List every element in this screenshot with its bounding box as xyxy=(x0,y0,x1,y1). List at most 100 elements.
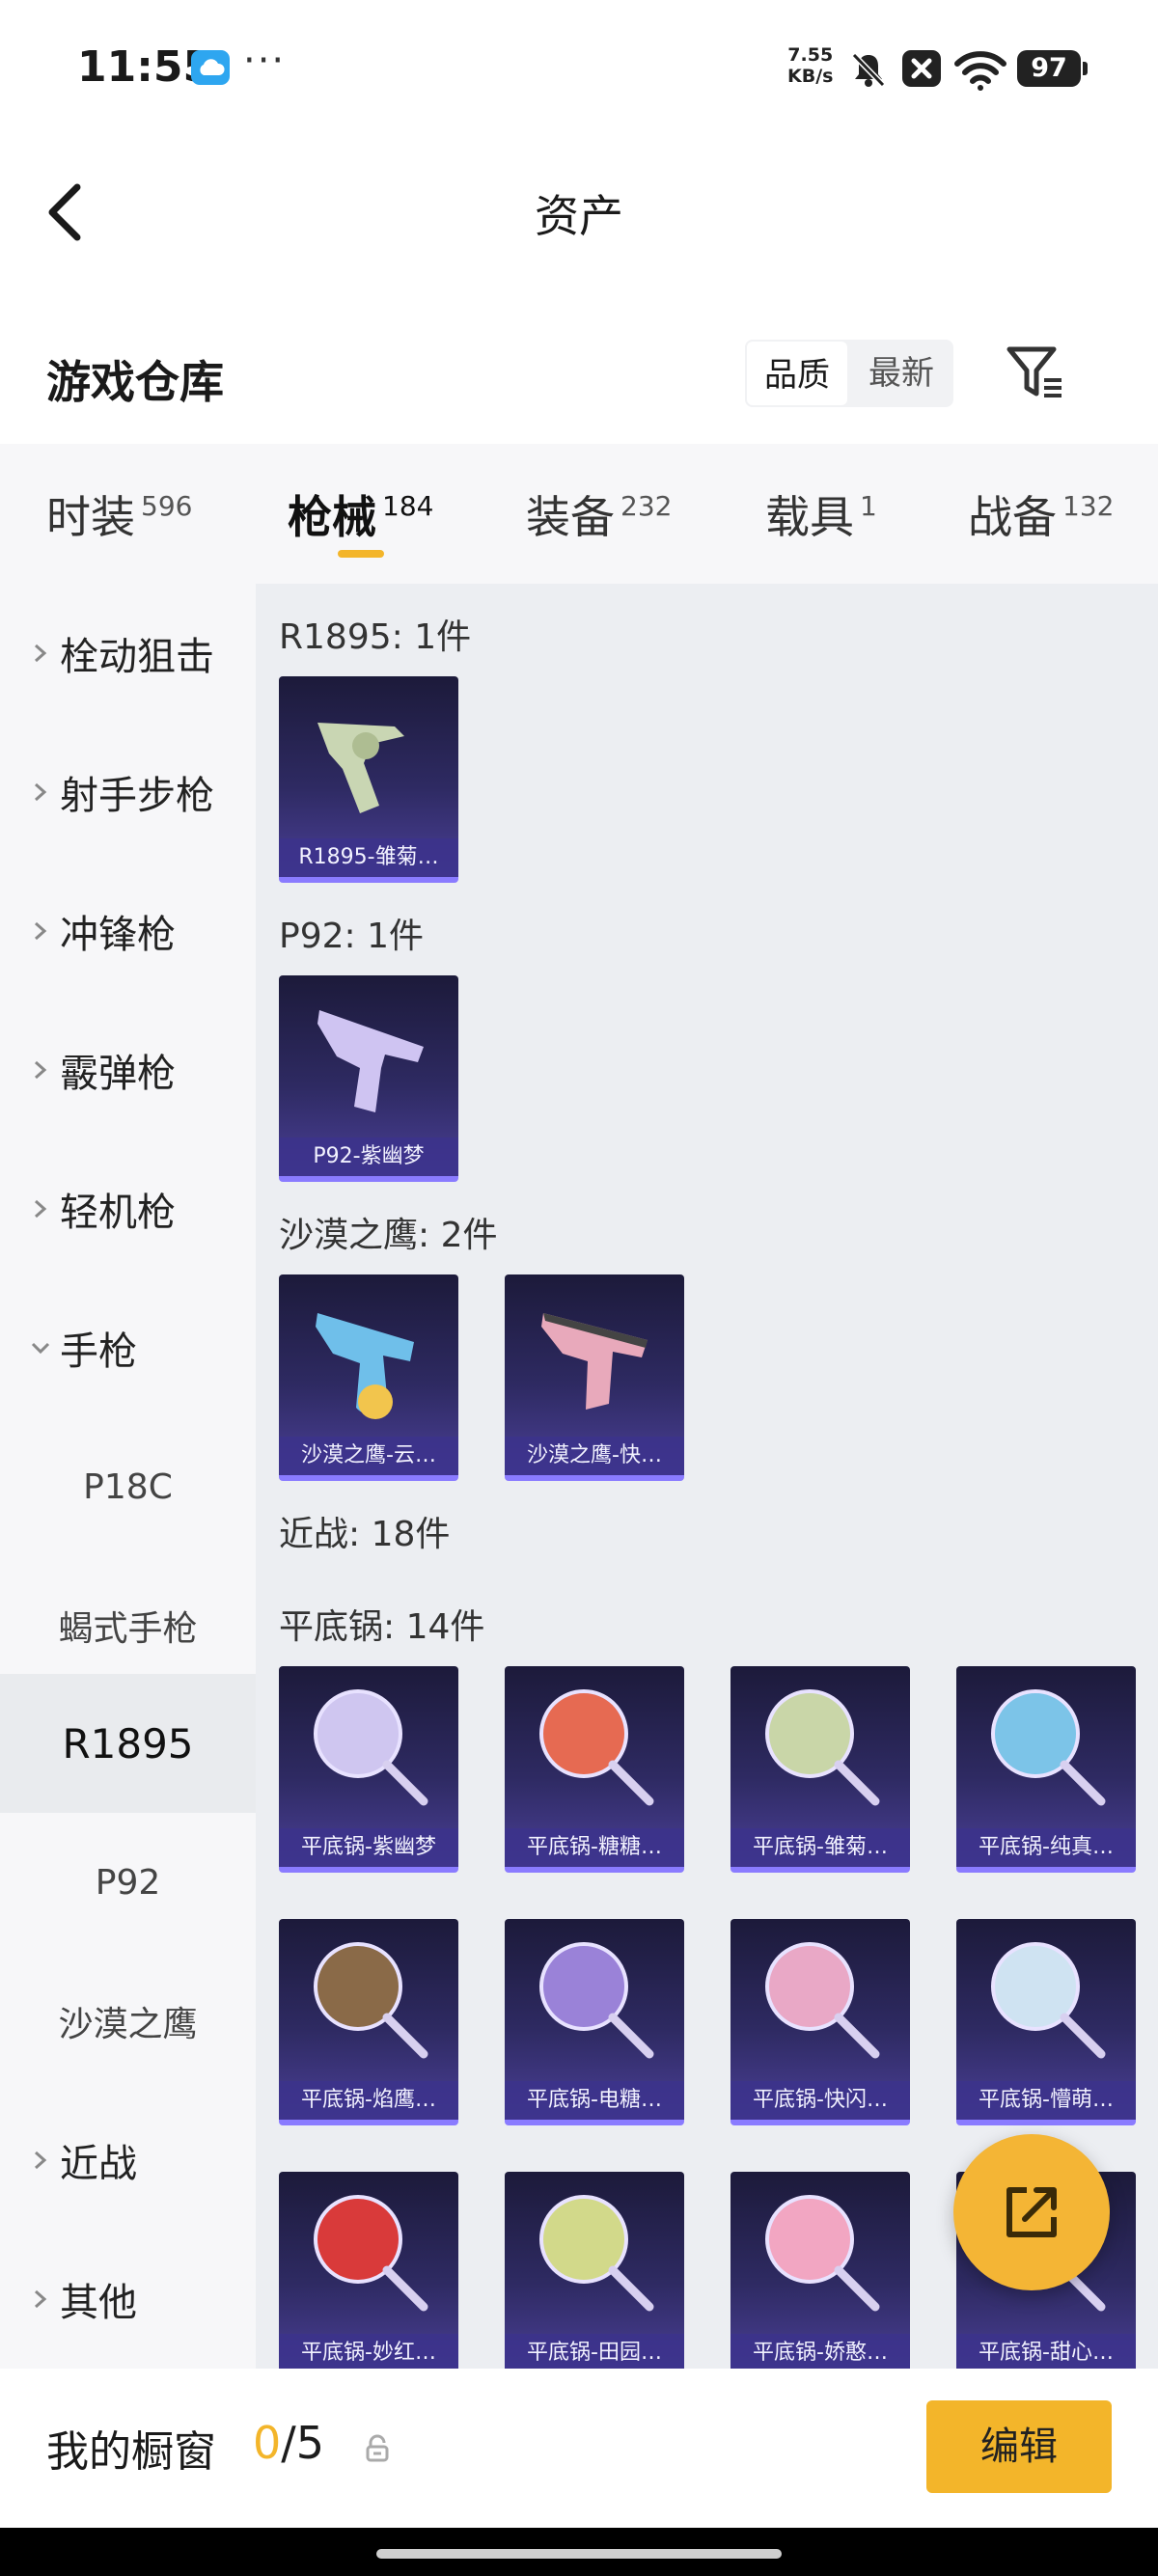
sidebar-item-smg[interactable]: 冲锋枪 xyxy=(0,862,256,1000)
edit-button[interactable]: 编辑 xyxy=(926,2400,1112,2493)
item-card[interactable]: 沙漠之鹰-云… xyxy=(279,1274,458,1481)
group-label-pan: 平底锅: 14件 xyxy=(279,1607,485,1647)
group-label-desert-eagle: 沙漠之鹰: 2件 xyxy=(279,1216,498,1255)
tab-vehicles[interactable]: 载具 1 xyxy=(765,482,877,546)
pistol-icon xyxy=(316,1313,414,1419)
tab-count: 232 xyxy=(620,490,673,522)
tab-count: 596 xyxy=(141,490,193,522)
chevron-right-icon xyxy=(35,1060,47,1080)
sort-quality-button[interactable]: 品质 xyxy=(745,340,849,407)
filter-icon xyxy=(1006,346,1062,397)
item-card[interactable]: 平底锅-田园… xyxy=(505,2172,684,2369)
sidebar-item-other[interactable]: 其他 xyxy=(0,2230,256,2369)
item-name: 平底锅-紫幽梦 xyxy=(279,1828,458,1867)
sidebar-item-label: 沙漠之鹰 xyxy=(58,2005,198,2044)
section-title: 游戏仓库 xyxy=(46,356,224,408)
sidebar-item-label: 射手步枪 xyxy=(60,774,214,818)
share-button[interactable] xyxy=(953,2134,1110,2290)
battery-icon: 97 xyxy=(1017,50,1088,87)
frying-pan-icon xyxy=(314,1942,428,2059)
item-name: 平底锅-雏菊… xyxy=(731,1828,910,1867)
item-card[interactable]: 平底锅-紫幽梦 xyxy=(279,1666,458,1873)
item-card[interactable]: 平底锅-快闪… xyxy=(731,1919,910,2125)
tab-supplies[interactable]: 战备 132 xyxy=(968,482,1114,546)
chevron-right-icon xyxy=(35,2151,47,2170)
sidebar-item-label: 手枪 xyxy=(60,1329,137,1374)
item-card[interactable]: 平底锅-雏菊… xyxy=(731,1666,910,1873)
frying-pan-icon xyxy=(539,1689,654,1806)
tab-label: 装备 xyxy=(526,491,615,543)
item-name: 平底锅-纯真… xyxy=(956,1828,1136,1867)
item-card[interactable]: 平底锅-懵萌… xyxy=(956,1919,1136,2125)
sidebar-item-bolt-sniper[interactable]: 栓动狙击 xyxy=(0,584,256,723)
home-indicator[interactable] xyxy=(376,2549,782,2559)
chevron-right-icon xyxy=(35,1199,47,1219)
sort-newest-button[interactable]: 最新 xyxy=(849,340,953,407)
net-speed: 7.55 KB/s xyxy=(787,44,833,87)
close-box-icon xyxy=(902,50,941,87)
sidebar-item-melee[interactable]: 近战 xyxy=(0,2091,256,2230)
frying-pan-icon xyxy=(765,1689,880,1806)
item-card[interactable]: 平底锅-纯真… xyxy=(956,1666,1136,1873)
item-card[interactable]: 平底锅-焰鹰… xyxy=(279,1919,458,2125)
frying-pan-icon xyxy=(314,1689,428,1806)
tab-label: 枪械 xyxy=(288,491,376,543)
sidebar-item-label: 近战 xyxy=(60,2142,137,2186)
group-label-melee: 近战: 18件 xyxy=(279,1515,451,1554)
tab-fashion[interactable]: 时装 596 xyxy=(46,482,192,546)
sidebar-subitem-p92[interactable]: P92 xyxy=(0,1813,256,1952)
weapon-category-sidebar: 栓动狙击 射手步枪 冲锋枪 霰弹枪 轻机枪 手枪 P18C 蝎式手枪 R1895… xyxy=(0,584,256,2369)
tab-firearms[interactable]: 枪械 184 xyxy=(288,482,433,546)
item-card[interactable]: 沙漠之鹰-快… xyxy=(505,1274,684,1481)
showcase-current: 0 xyxy=(253,2417,282,2469)
sidebar-item-label: 其他 xyxy=(60,2281,137,2325)
item-card[interactable]: P92-紫幽梦 xyxy=(279,975,458,1182)
item-card[interactable]: R1895-雏菊… xyxy=(279,676,458,883)
item-name: 平底锅-娇憨… xyxy=(731,2334,910,2369)
cloud-icon xyxy=(191,50,230,85)
active-tab-indicator xyxy=(338,550,384,558)
group-label-p92: P92: 1件 xyxy=(279,917,424,956)
item-name: 平底锅-妙红… xyxy=(279,2334,458,2369)
tab-count: 184 xyxy=(382,490,434,522)
sidebar-item-lmg[interactable]: 轻机枪 xyxy=(0,1139,256,1278)
share-icon xyxy=(1006,2187,1057,2237)
lock-icon xyxy=(366,2434,389,2462)
sidebar-item-label: 霰弹枪 xyxy=(60,1052,176,1096)
wifi-icon xyxy=(954,51,1006,91)
tab-count: 132 xyxy=(1062,490,1115,522)
net-speed-value: 7.55 xyxy=(787,44,834,66)
showcase-label: 我的橱窗 xyxy=(46,2427,216,2477)
sort-toggle: 品质 最新 xyxy=(745,340,953,407)
frying-pan-icon xyxy=(991,1689,1106,1806)
sidebar-item-label: 轻机枪 xyxy=(60,1191,176,1235)
item-card[interactable]: 平底锅-电糖… xyxy=(505,1919,684,2125)
frying-pan-icon xyxy=(765,2195,880,2312)
sidebar-subitem-p18c[interactable]: P18C xyxy=(0,1417,256,1556)
pistol-icon xyxy=(541,1313,648,1410)
item-card[interactable]: 平底锅-妙红… xyxy=(279,2172,458,2369)
sidebar-item-label: P92 xyxy=(95,1862,161,1903)
sidebar-item-label: 冲锋枪 xyxy=(60,913,176,957)
tab-equipment[interactable]: 装备 232 xyxy=(526,482,672,546)
showcase-bar: 我的橱窗 0/5 编辑 xyxy=(0,2369,1158,2528)
tab-label: 载具 xyxy=(765,491,854,543)
sidebar-subitem-desert-eagle[interactable]: 沙漠之鹰 xyxy=(0,1952,256,2091)
sidebar-item-marksman-rifle[interactable]: 射手步枪 xyxy=(0,723,256,862)
tab-label: 战备 xyxy=(968,491,1057,543)
item-card[interactable]: 平底锅-糖糖… xyxy=(505,1666,684,1873)
item-card[interactable]: 平底锅-娇憨… xyxy=(731,2172,910,2369)
frying-pan-icon xyxy=(314,2195,428,2312)
chevron-right-icon xyxy=(35,921,47,941)
sidebar-subitem-r1895[interactable]: R1895 xyxy=(0,1674,256,1813)
sidebar-item-shotgun[interactable]: 霰弹枪 xyxy=(0,1000,256,1139)
item-name: R1895-雏菊… xyxy=(279,838,458,877)
item-name: 平底锅-糖糖… xyxy=(505,1828,684,1867)
item-name: 沙漠之鹰-云… xyxy=(279,1437,458,1475)
frying-pan-icon xyxy=(539,2195,654,2312)
sidebar-item-pistol[interactable]: 手枪 xyxy=(0,1278,256,1417)
item-name: 平底锅-懵萌… xyxy=(956,2081,1136,2120)
mute-icon xyxy=(851,52,886,88)
item-name: 平底锅-田园… xyxy=(505,2334,684,2369)
filter-button[interactable] xyxy=(1002,342,1069,405)
